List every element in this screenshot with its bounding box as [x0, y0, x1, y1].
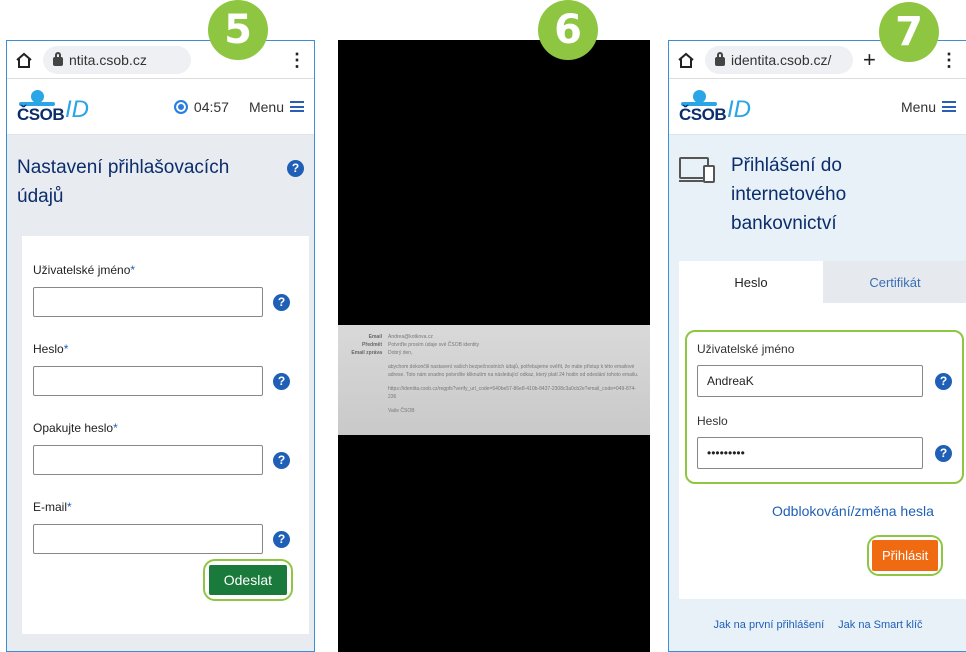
registration-panel: ntita.csob.cz ⋮ ČSOB ID 04:57 Menu Nasta…: [6, 40, 315, 652]
help-icon[interactable]: ?: [273, 372, 290, 390]
password-label: Heslo: [697, 414, 728, 428]
help-icon[interactable]: ?: [273, 293, 290, 311]
password-input[interactable]: •••••••••: [697, 437, 923, 469]
step-6-badge: 6: [538, 0, 598, 60]
first-login-link[interactable]: Jak na první přihlášení: [713, 619, 824, 631]
tab-certificate[interactable]: Certifikát: [823, 261, 966, 303]
url-bar[interactable]: identita.csob.cz/: [705, 45, 853, 74]
tab-password[interactable]: Heslo: [679, 261, 823, 303]
menu-button[interactable]: Menu: [249, 99, 304, 115]
help-links: Jak na první přihlášení Jak na Smart klí…: [669, 619, 966, 631]
hamburger-icon: [942, 101, 956, 112]
password-label: Heslo*: [33, 342, 69, 356]
url-text: ntita.csob.cz: [69, 51, 147, 68]
verification-link[interactable]: https://identita.csob.cz/regpfs?verify_u…: [388, 385, 640, 401]
username-input[interactable]: AndreaK: [697, 365, 923, 397]
session-timer: 04:57: [173, 99, 229, 115]
email-input[interactable]: [33, 524, 263, 554]
help-icon[interactable]: ?: [935, 372, 952, 390]
help-icon[interactable]: ?: [273, 451, 290, 469]
verification-email: Email Andrea@kotkova.cz Předmět Potvrďte p…: [338, 325, 650, 435]
devices-icon: [679, 157, 717, 187]
login-button[interactable]: Přihlásit: [872, 540, 939, 571]
more-options-icon[interactable]: ⋮: [940, 51, 958, 69]
browser-bar: ntita.csob.cz ⋮: [7, 41, 314, 79]
username-label: Uživatelské jméno: [697, 342, 795, 356]
page-title: Přihlášení do internetového bankovnictví: [669, 135, 966, 253]
email-label: E-mail*: [33, 500, 72, 514]
smart-key-link[interactable]: Jak na Smart klíč: [838, 619, 922, 631]
submit-highlight: Odeslat: [202, 559, 293, 601]
lock-icon: [715, 52, 725, 66]
home-icon[interactable]: [677, 52, 695, 68]
home-icon[interactable]: [15, 52, 33, 68]
unlock-password-link[interactable]: Odblokování/změna hesla: [772, 503, 934, 519]
timer-icon: [173, 99, 188, 114]
url-text: identita.csob.cz/: [731, 51, 832, 68]
login-panel: identita.csob.cz/ + ⋮ ČSOB ID Menu Přihl…: [668, 40, 966, 652]
url-bar[interactable]: ntita.csob.cz: [43, 45, 191, 74]
submit-button[interactable]: Odeslat: [208, 565, 287, 595]
repeat-password-input[interactable]: [33, 445, 263, 475]
credentials-highlight: Uživatelské jméno AndreaK ? Heslo ••••••…: [685, 330, 964, 484]
step-7-badge: 7: [879, 2, 939, 62]
site-header: ČSOB ID 04:57 Menu: [7, 79, 314, 135]
email-photo-panel: Email Andrea@kotkova.cz Předmět Potvrďte p…: [338, 40, 650, 652]
menu-button[interactable]: Menu: [901, 99, 956, 115]
hamburger-icon: [290, 101, 304, 112]
help-icon[interactable]: ?: [273, 530, 290, 548]
username-input[interactable]: [33, 287, 263, 317]
login-tabs: Heslo Certifikát: [679, 261, 966, 303]
new-tab-icon[interactable]: +: [863, 47, 876, 73]
csob-id-logo[interactable]: ČSOB ID: [679, 89, 779, 124]
repeat-password-label: Opakujte heslo*: [33, 421, 118, 435]
login-highlight: Přihlásit: [867, 535, 944, 576]
step-5-badge: 5: [208, 0, 268, 60]
password-input[interactable]: [33, 366, 263, 396]
csob-id-logo[interactable]: ČSOB ID: [17, 89, 117, 124]
help-icon[interactable]: ?: [287, 160, 304, 177]
site-header: ČSOB ID Menu: [669, 79, 966, 135]
page-title: Nastavení přihlašovacích údajů ?: [7, 135, 314, 211]
lock-icon: [53, 52, 63, 66]
username-label: Uživatelské jméno*: [33, 263, 136, 277]
credentials-form: Uživatelské jméno* ? Heslo* ? Opakujte h…: [22, 236, 309, 634]
help-icon[interactable]: ?: [935, 444, 952, 462]
more-options-icon[interactable]: ⋮: [288, 51, 306, 69]
